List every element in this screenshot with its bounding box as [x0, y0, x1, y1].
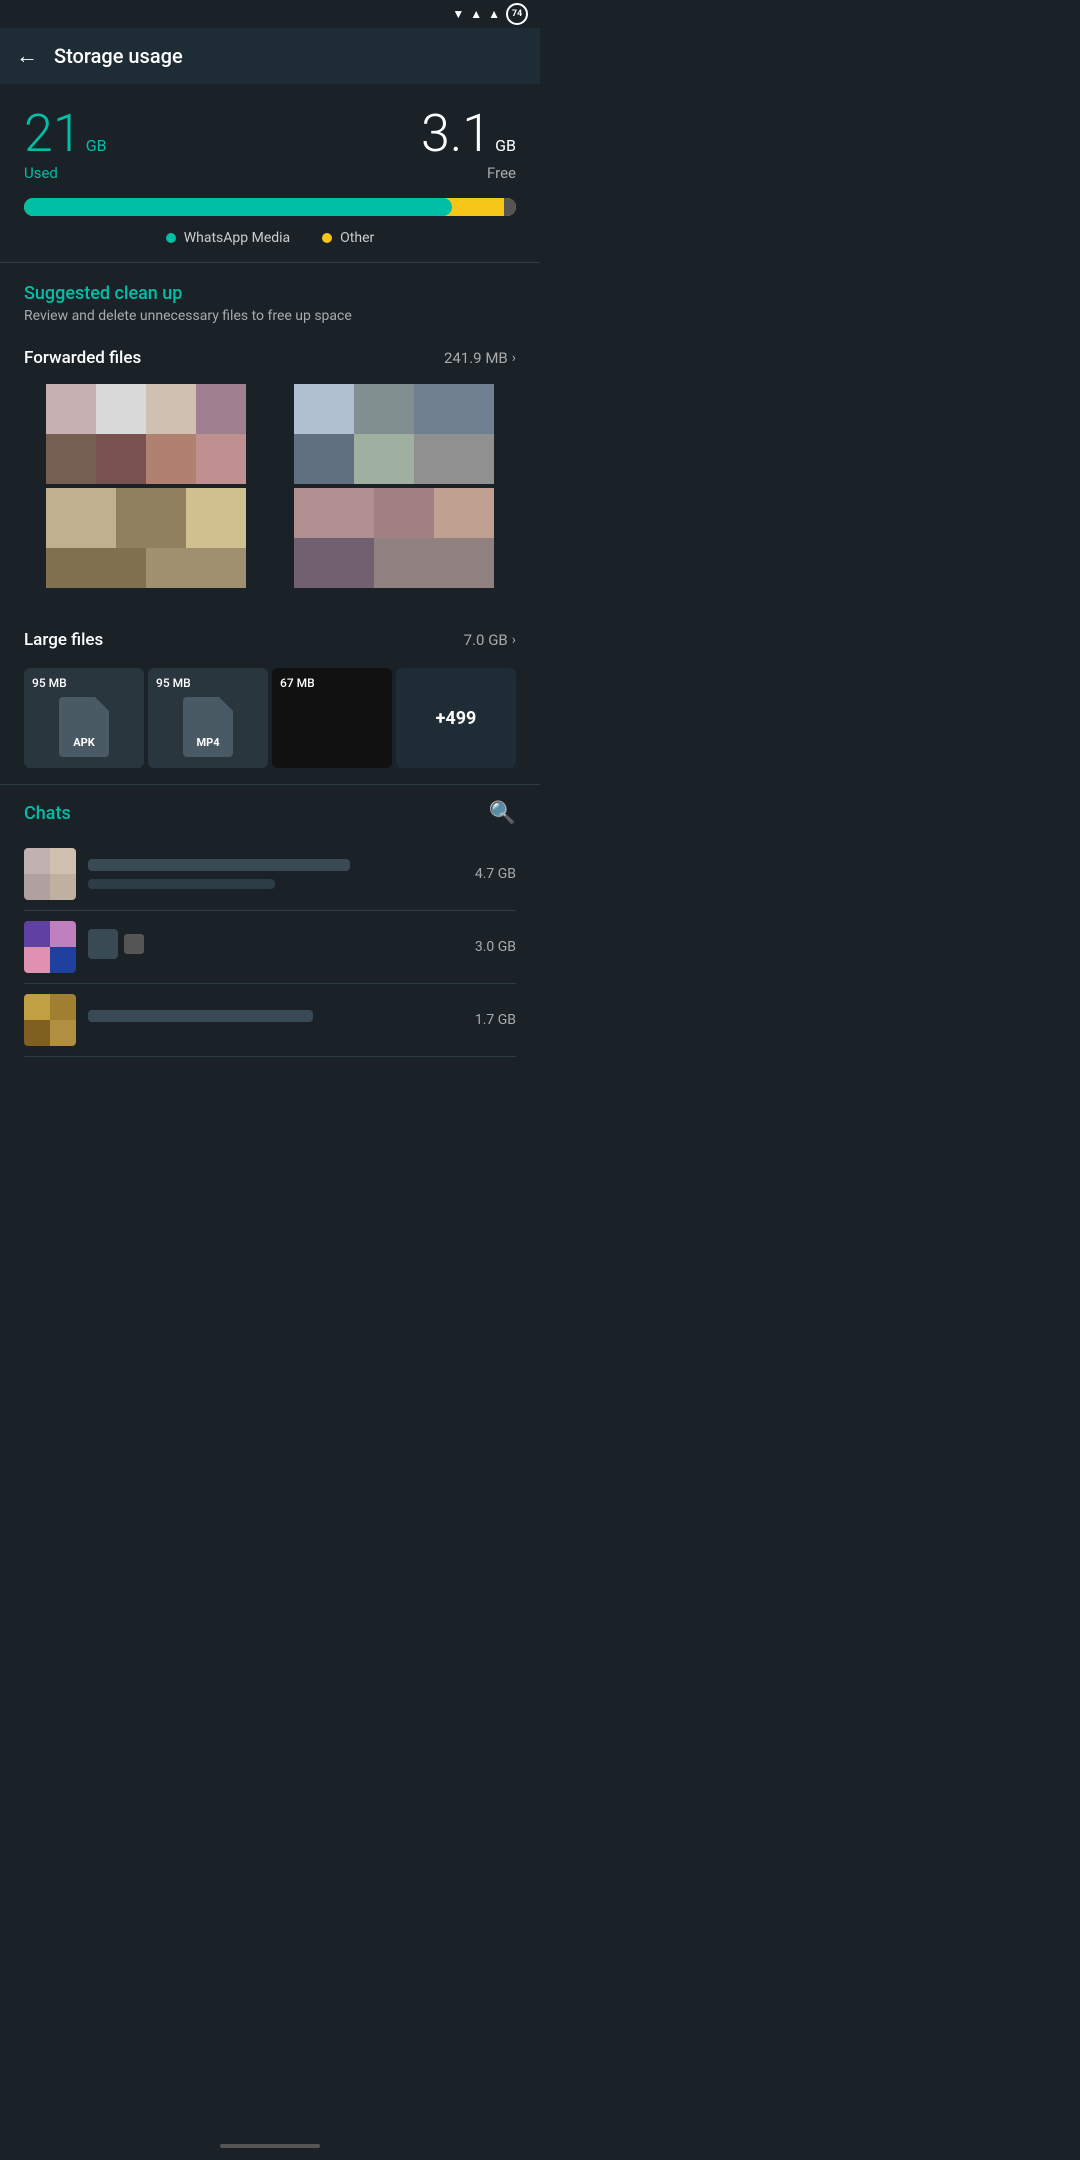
chat-name-bar-3: [88, 1010, 313, 1022]
file-icon-mp4: MP4: [156, 694, 260, 760]
file-item-mp4[interactable]: 95 MB MP4: [148, 668, 268, 768]
storage-bar: [24, 198, 516, 216]
file-size-apk: 95 MB: [32, 676, 136, 690]
chat-info-2: [88, 929, 463, 965]
signal-icon-2: ▲: [488, 7, 500, 21]
forwarded-files-size: 241.9 MB ›: [444, 349, 516, 367]
battery-indicator: 74: [506, 3, 528, 25]
page-header: ← Storage usage: [0, 28, 540, 84]
chat-size-3: 1.7 GB: [475, 1012, 516, 1028]
cleanup-section: Suggested clean up Review and delete unn…: [0, 263, 540, 614]
status-bar: ▼ ▲ ▲ 74: [0, 0, 540, 28]
image-thumb-1[interactable]: [24, 384, 268, 484]
more-files-count: +499: [436, 708, 477, 729]
search-icon[interactable]: 🔍: [489, 801, 516, 826]
other-label: Other: [340, 230, 374, 246]
bottom-spacer: [0, 1073, 540, 1133]
bottom-indicator: [220, 2144, 320, 2148]
image-thumb-4[interactable]: [272, 488, 516, 588]
signal-icon: ▲: [470, 7, 482, 21]
used-number: 21: [24, 108, 82, 160]
storage-used-block: 21 GB Used: [24, 108, 107, 182]
chat-size-1: 4.7 GB: [475, 866, 516, 882]
free-number: 3.1: [421, 108, 491, 160]
file-type-label-mp4: MP4: [196, 736, 219, 749]
storage-numbers: 21 GB Used 3.1 GB Free: [24, 108, 516, 182]
storage-bar-used: [24, 198, 452, 216]
image-thumb-3[interactable]: [24, 488, 268, 588]
file-item-more[interactable]: +499: [396, 668, 516, 768]
chat-item-1[interactable]: 4.7 GB: [24, 838, 516, 911]
file-type-label-apk: APK: [73, 736, 94, 749]
storage-free-block: 3.1 GB Free: [421, 108, 516, 182]
storage-bar-end: [504, 198, 516, 216]
chat-size-2: 3.0 GB: [475, 939, 516, 955]
chat-sub-bar-1: [88, 879, 275, 889]
page-title: Storage usage: [54, 44, 183, 68]
forwarded-chevron: ›: [512, 350, 516, 366]
whatsapp-dot: [166, 233, 176, 243]
storage-legend: WhatsApp Media Other: [24, 230, 516, 246]
legend-whatsapp: WhatsApp Media: [166, 230, 290, 246]
chat-item-3[interactable]: 1.7 GB: [24, 984, 516, 1057]
whatsapp-label: WhatsApp Media: [184, 230, 290, 246]
chat-name-bar-1: [88, 859, 350, 871]
chats-title: Chats: [24, 803, 71, 824]
free-unit: GB: [495, 136, 516, 155]
large-files-row[interactable]: Large files 7.0 GB ›: [24, 622, 516, 658]
bottom-bar: [0, 2132, 540, 2160]
chat-avatar-3: [24, 994, 76, 1046]
chat-avatar-1: [24, 848, 76, 900]
back-button[interactable]: ←: [16, 43, 38, 69]
used-label: Used: [24, 164, 107, 182]
chats-section: Chats 🔍 4.7 GB: [0, 785, 540, 1073]
legend-other: Other: [322, 230, 374, 246]
file-icon-generic: [280, 694, 384, 760]
large-files-chevron: ›: [512, 632, 516, 648]
cleanup-title: Suggested clean up: [24, 283, 516, 304]
large-files-section: Large files 7.0 GB › 95 MB APK 95 MB: [0, 614, 540, 784]
chat-item-2[interactable]: 3.0 GB: [24, 911, 516, 984]
file-size-generic: 67 MB: [280, 676, 384, 690]
file-icon-apk: APK: [32, 694, 136, 760]
forwarded-images-grid[interactable]: [24, 384, 516, 588]
large-files-label: Large files: [24, 630, 103, 650]
file-size-mp4: 95 MB: [156, 676, 260, 690]
file-grid: 95 MB APK 95 MB MP4 67 MB: [24, 668, 516, 768]
forwarded-files-row[interactable]: Forwarded files 241.9 MB ›: [24, 340, 516, 376]
storage-overview: 21 GB Used 3.1 GB Free WhatsApp Medi: [0, 84, 540, 262]
forwarded-files-label: Forwarded files: [24, 348, 141, 368]
chat-info-3: [88, 1010, 463, 1030]
used-unit: GB: [86, 136, 107, 155]
cleanup-description: Review and delete unnecessary files to f…: [24, 308, 516, 324]
wifi-icon: ▼: [452, 7, 464, 21]
chat-info-1: [88, 859, 463, 889]
chat-avatar-2: [24, 921, 76, 973]
free-label: Free: [487, 164, 516, 182]
file-item-apk[interactable]: 95 MB APK: [24, 668, 144, 768]
chats-header: Chats 🔍: [24, 801, 516, 826]
file-item-generic[interactable]: 67 MB: [272, 668, 392, 768]
image-thumb-2[interactable]: [272, 384, 516, 484]
other-dot: [322, 233, 332, 243]
large-files-size: 7.0 GB ›: [464, 631, 516, 649]
